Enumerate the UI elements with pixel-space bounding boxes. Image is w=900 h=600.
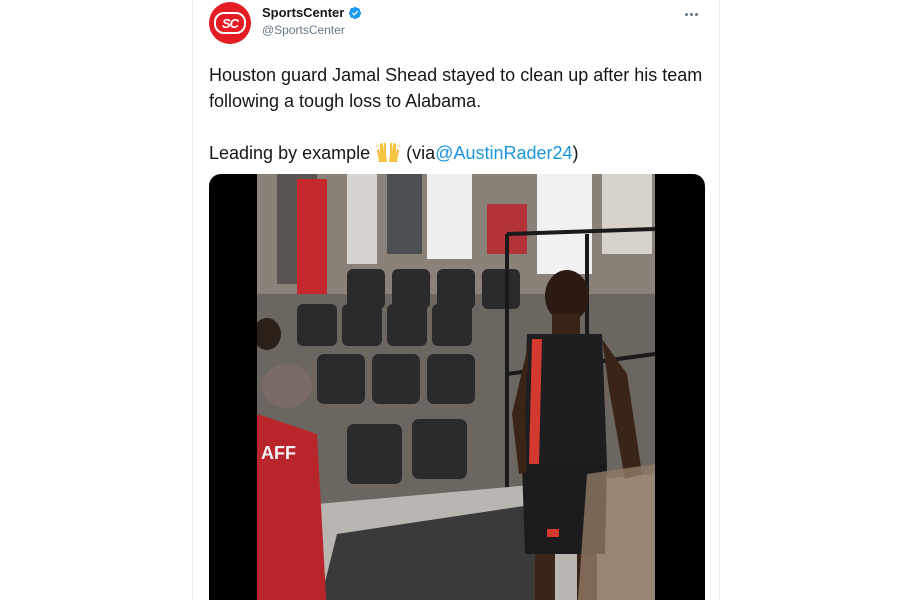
display-name[interactable]: SportsCenter bbox=[262, 5, 344, 20]
raising-hands-emoji bbox=[375, 142, 401, 162]
verified-badge-icon bbox=[349, 6, 362, 19]
video-frame: AFF bbox=[257, 174, 655, 600]
author-block: SportsCenter @SportsCenter bbox=[262, 5, 362, 37]
jersey-text: AFF bbox=[261, 443, 296, 463]
avatar-logo: SC bbox=[214, 12, 246, 34]
avatar[interactable]: SC bbox=[209, 2, 251, 44]
dot bbox=[694, 12, 698, 16]
display-name-row: SportsCenter bbox=[262, 5, 362, 20]
tweet-text-line-2: Leading by example (via@AustinRader24) bbox=[209, 140, 709, 166]
text-suffix: ) bbox=[572, 143, 579, 163]
tweet-text: Houston guard Jamal Shead stayed to clea… bbox=[209, 62, 709, 166]
dot bbox=[684, 12, 688, 16]
tweet-text-line-1: Houston guard Jamal Shead stayed to clea… bbox=[209, 65, 703, 111]
more-options-icon[interactable] bbox=[679, 6, 703, 22]
dot bbox=[689, 12, 693, 16]
video-player[interactable]: AFF bbox=[209, 174, 705, 600]
handle[interactable]: @SportsCenter bbox=[262, 23, 362, 37]
tweet-card[interactable]: SC SportsCenter @SportsCenter Houston gu… bbox=[192, 0, 720, 600]
text-via: (via bbox=[406, 143, 436, 163]
tweet-header: SC SportsCenter @SportsCenter bbox=[209, 2, 703, 46]
mention-link[interactable]: @AustinRader24 bbox=[435, 143, 572, 163]
page: SC SportsCenter @SportsCenter Houston gu… bbox=[0, 0, 900, 600]
text-prefix: Leading by example bbox=[209, 143, 371, 163]
